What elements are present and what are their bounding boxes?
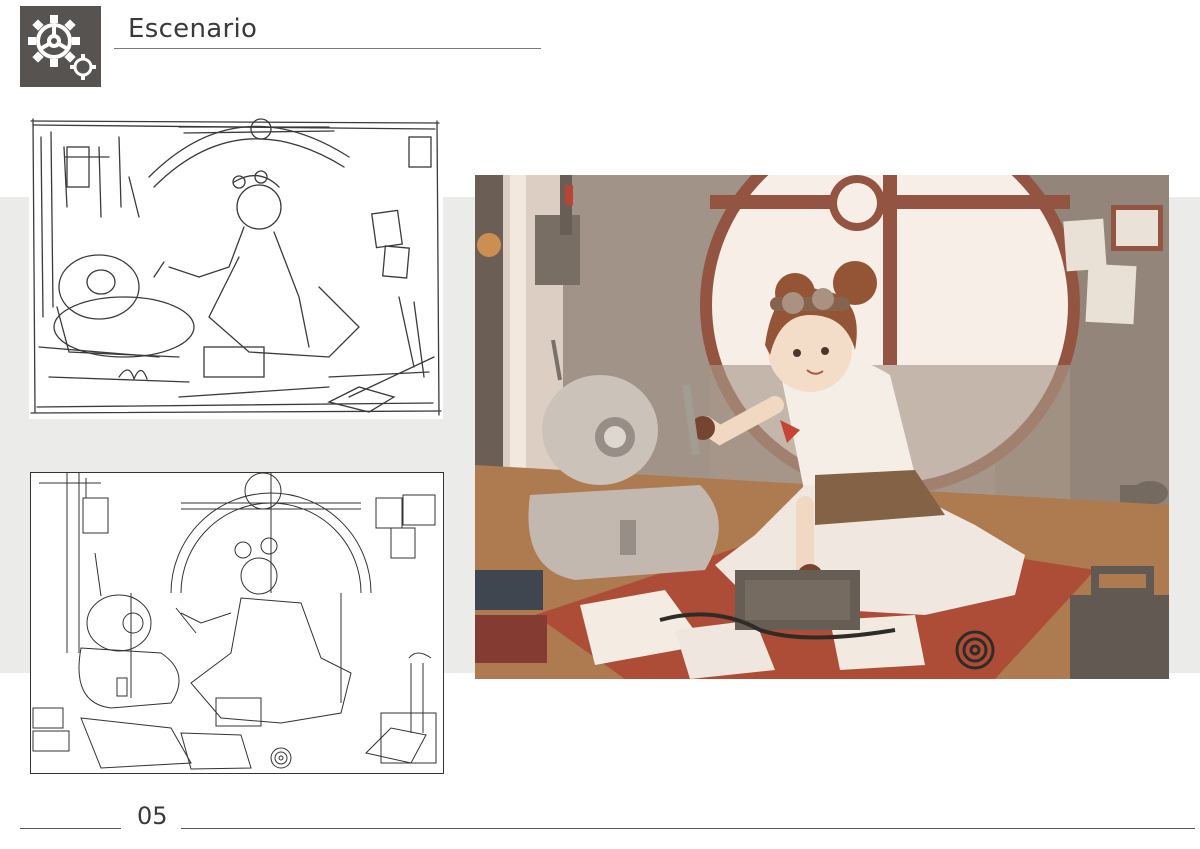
footer-rule-right [181,828,1195,829]
gear-icon [28,15,96,80]
rough-sketch-image [30,118,442,416]
page-title: Escenario [128,14,258,44]
color-illustration-panel [475,175,1169,679]
color-illustration-image [475,175,1169,679]
clean-lineart-image [32,473,437,770]
page-number: 05 [137,802,168,830]
clean-lineart-panel [30,472,444,774]
title-underline [114,48,541,49]
footer-rule-left [20,828,121,829]
logo [20,6,101,87]
rough-sketch-panel [29,117,443,419]
